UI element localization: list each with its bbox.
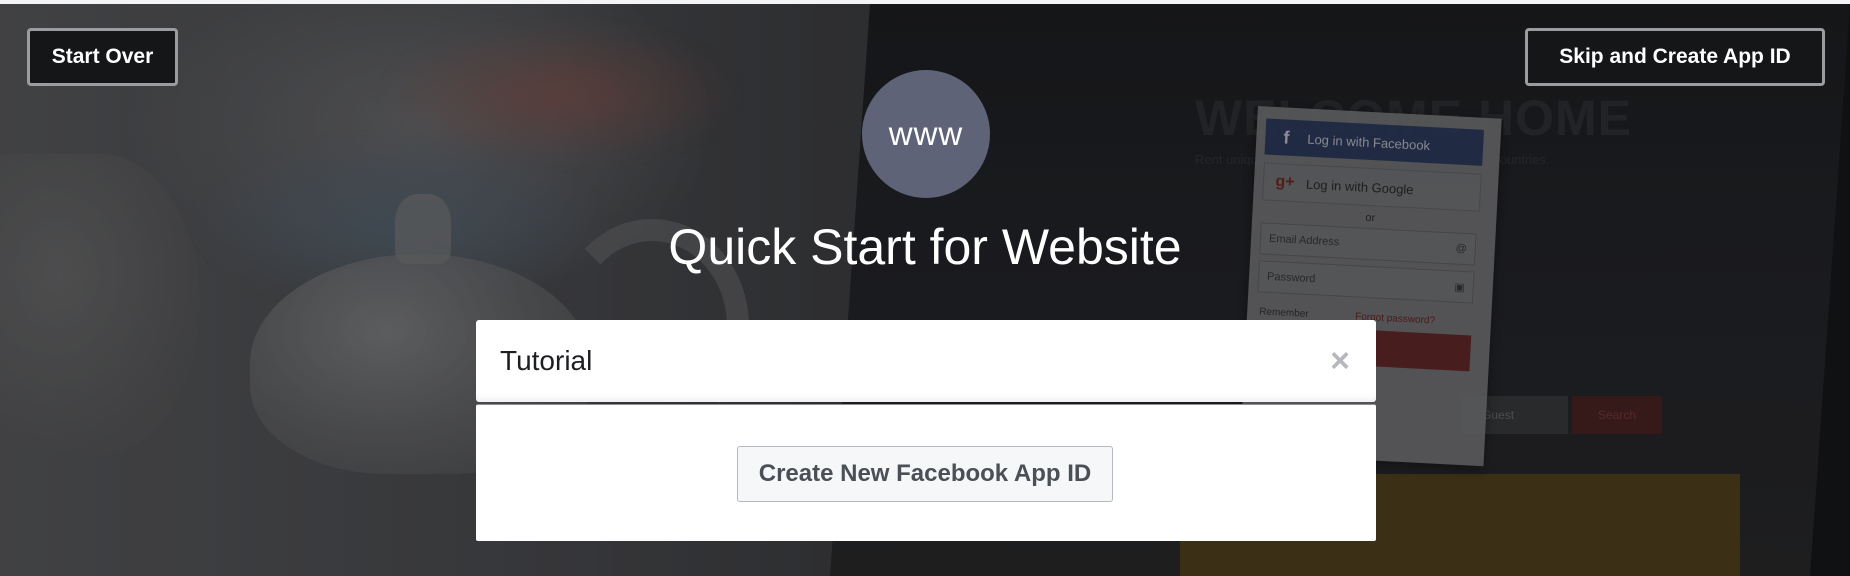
page-title: Quick Start for Website xyxy=(668,219,1182,275)
app-name-search-box: × xyxy=(476,320,1376,402)
clear-icon[interactable]: × xyxy=(1324,344,1356,378)
app-name-input[interactable] xyxy=(498,330,1282,392)
start-over-button[interactable]: Start Over xyxy=(27,28,178,86)
www-icon: www xyxy=(862,70,990,198)
create-new-app-id-button[interactable]: Create New Facebook App ID xyxy=(737,446,1113,502)
suggestion-dropdown: Create New Facebook App ID xyxy=(476,404,1376,541)
skip-create-app-id-button[interactable]: Skip and Create App ID xyxy=(1525,28,1825,86)
